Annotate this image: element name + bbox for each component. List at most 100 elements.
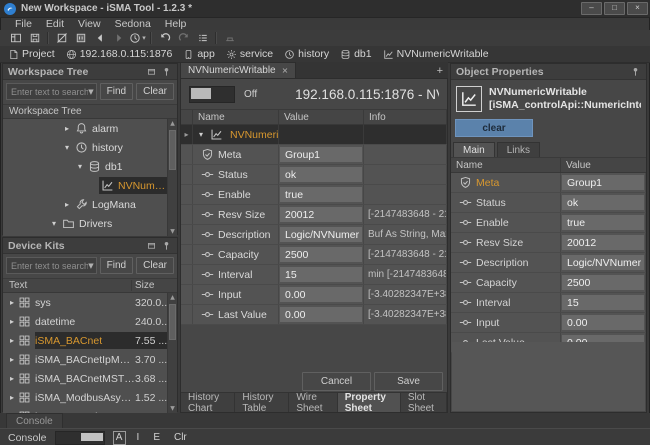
property-row[interactable]: Meta Group1 (181, 145, 447, 165)
add-tab-button[interactable]: + (437, 64, 443, 78)
property-row[interactable]: Enable true (181, 185, 447, 205)
pin-panel-icon[interactable] (630, 66, 641, 77)
menu-item[interactable]: File (8, 18, 39, 30)
console-filter-button[interactable]: Clr (171, 432, 190, 443)
tree-item[interactable]: ModbusAsyncNetwork (3, 233, 168, 236)
restore-panel-icon[interactable] (146, 66, 157, 77)
property-row[interactable]: Resv Size 20012 [-2147483648 - 214748... (181, 205, 447, 225)
off-toggle[interactable] (189, 86, 235, 103)
object-property-row[interactable]: Resv Size 20012 (451, 233, 646, 253)
property-row[interactable]: Input 0.00 [-3.40282347E+38 - 3.4... (181, 285, 447, 305)
console-filter-button[interactable]: I (134, 432, 143, 443)
breadcrumb-item[interactable]: service (226, 48, 273, 60)
expand-arrow[interactable]: ▾ (61, 143, 73, 152)
clear-button[interactable]: clear (455, 119, 533, 137)
pin-panel-icon[interactable] (161, 66, 172, 77)
expand-arrow[interactable]: ▸ (6, 355, 18, 364)
toolbar-button[interactable]: ▾ (109, 31, 128, 46)
breadcrumb-item[interactable]: Project (8, 48, 55, 60)
breadcrumb-item[interactable]: app (183, 48, 215, 60)
console-filter-button[interactable]: A (113, 431, 126, 445)
sheet-tab[interactable]: History Table (235, 393, 289, 412)
kits-clear-button[interactable]: Clear (136, 257, 174, 274)
property-row[interactable]: Status ok (181, 165, 447, 185)
property-row[interactable]: Capacity 2500 [-2147483648 - 214748... (181, 245, 447, 265)
menu-item[interactable]: View (71, 18, 108, 30)
tree-item[interactable]: ▾ Drivers (3, 214, 168, 233)
sheet-tab[interactable]: Property Sheet (338, 393, 401, 412)
scroll-thumb[interactable] (169, 130, 176, 170)
root-property-row[interactable]: ▸ ▾ NVNumericWrit... (181, 125, 447, 145)
toolbar-button[interactable]: ▾ (6, 31, 25, 46)
device-kit-row[interactable]: ▸ iSMA_BACnet 7.55 ... (3, 331, 177, 350)
scroll-down-icon[interactable]: ▼ (168, 404, 177, 413)
tree-search-combobox[interactable]: Enter text to search ▼ (6, 83, 97, 100)
collapse-arrow[interactable]: ▾ (196, 130, 206, 139)
object-property-row[interactable]: Description Logic/NVNumer (451, 253, 646, 273)
expand-arrow[interactable]: ▸ (6, 298, 18, 307)
minimize-button[interactable]: – (581, 2, 602, 15)
toolbar-button[interactable]: ▾ (193, 31, 212, 46)
restore-panel-icon[interactable] (146, 240, 157, 251)
device-kit-row[interactable]: ▸ sys 320.0... (3, 293, 177, 312)
toolbar-button[interactable]: ▾ (25, 31, 44, 46)
toggle-knob[interactable] (81, 433, 103, 441)
property-row[interactable]: Last Value 0.00 [-3.40282347E+38 - 3.4..… (181, 305, 447, 325)
tree-item[interactable]: NVNumericWritable (3, 176, 168, 195)
save-button[interactable]: Save (374, 372, 443, 391)
object-property-row[interactable]: Status ok (451, 193, 646, 213)
pin-panel-icon[interactable] (161, 240, 172, 251)
expand-arrow[interactable]: ▸ (61, 124, 73, 133)
console-toggle[interactable] (55, 431, 105, 445)
kits-find-button[interactable]: Find (100, 257, 133, 274)
scroll-thumb[interactable] (169, 304, 176, 340)
scroll-up-icon[interactable]: ▲ (168, 119, 177, 128)
kits-search-combobox[interactable]: Enter text to search ▼ (6, 257, 97, 274)
tree-clear-button[interactable]: Clear (136, 83, 174, 100)
object-property-row[interactable]: Capacity 2500 (451, 273, 646, 293)
sheet-tab[interactable]: History Chart (181, 393, 235, 412)
expand-arrow[interactable]: ▾ (74, 162, 86, 171)
object-property-row[interactable]: Interval 15 (451, 293, 646, 313)
sheet-tab[interactable]: Slot Sheet (401, 393, 447, 412)
scroll-down-icon[interactable]: ▼ (168, 227, 177, 236)
object-property-row[interactable]: Enable true (451, 213, 646, 233)
expand-arrow[interactable]: ▸ (6, 336, 18, 345)
tree-find-button[interactable]: Find (100, 83, 133, 100)
toolbar-button[interactable]: ▾ (220, 31, 239, 46)
dropdown-arrow-icon[interactable]: ▾ (142, 34, 146, 42)
tab-nvnumericwritable[interactable]: NVNumericWritable × (180, 62, 296, 78)
close-button[interactable]: × (627, 2, 648, 15)
expand-arrow[interactable]: ▾ (48, 219, 60, 228)
device-kit-row[interactable]: ▸ datetime 240.0... (3, 312, 177, 331)
maximize-button[interactable]: □ (604, 2, 625, 15)
tree-item[interactable]: ▾ history (3, 138, 168, 157)
property-row[interactable]: Interval 15 min [-2147483648 - 21... (181, 265, 447, 285)
toggle-knob[interactable] (191, 88, 211, 99)
device-kit-row[interactable]: ▸ iSMA_BACnetIpMaster 3.70 ... (3, 350, 177, 369)
toolbar-button[interactable]: ▾ (71, 31, 90, 46)
toolbar-button[interactable]: ▾ (90, 31, 109, 46)
breadcrumb-item[interactable]: history (284, 48, 329, 60)
cancel-button[interactable]: Cancel (302, 372, 371, 391)
toolbar-button[interactable]: ▾ (52, 31, 71, 46)
object-property-row[interactable]: Meta Group1 (451, 173, 646, 193)
kits-scrollbar[interactable]: ▲ ▼ (167, 293, 177, 413)
property-row[interactable]: Description Logic/NVNumer Buf As String,… (181, 225, 447, 245)
console-tab[interactable]: Console (6, 413, 63, 428)
breadcrumb-item[interactable]: db1 (340, 48, 372, 60)
toolbar-button[interactable]: ▾ (128, 31, 147, 46)
breadcrumb-item[interactable]: 192.168.0.115:1876 (66, 48, 173, 60)
tree-item[interactable]: ▾ db1 (3, 157, 168, 176)
menu-item[interactable]: Sedona (108, 18, 158, 30)
object-tab[interactable]: Links (497, 142, 540, 157)
toolbar-button[interactable]: ▾ (155, 31, 174, 46)
tree-scrollbar[interactable]: ▲ ▼ (167, 119, 177, 236)
expand-arrow[interactable]: ▸ (6, 317, 18, 326)
device-kit-row[interactable]: ▸ iSMA_BACnetMSTPMaster 3.68 ... (3, 369, 177, 388)
device-kit-row[interactable]: ▸ iSMA_ModbusAsyncNetwork 1.52 ... (3, 388, 177, 407)
toolbar-button[interactable]: ▾ (174, 31, 193, 46)
console-filter-button[interactable]: E (150, 432, 163, 443)
object-tab[interactable]: Main (453, 142, 495, 157)
menu-item[interactable]: Help (158, 18, 194, 30)
